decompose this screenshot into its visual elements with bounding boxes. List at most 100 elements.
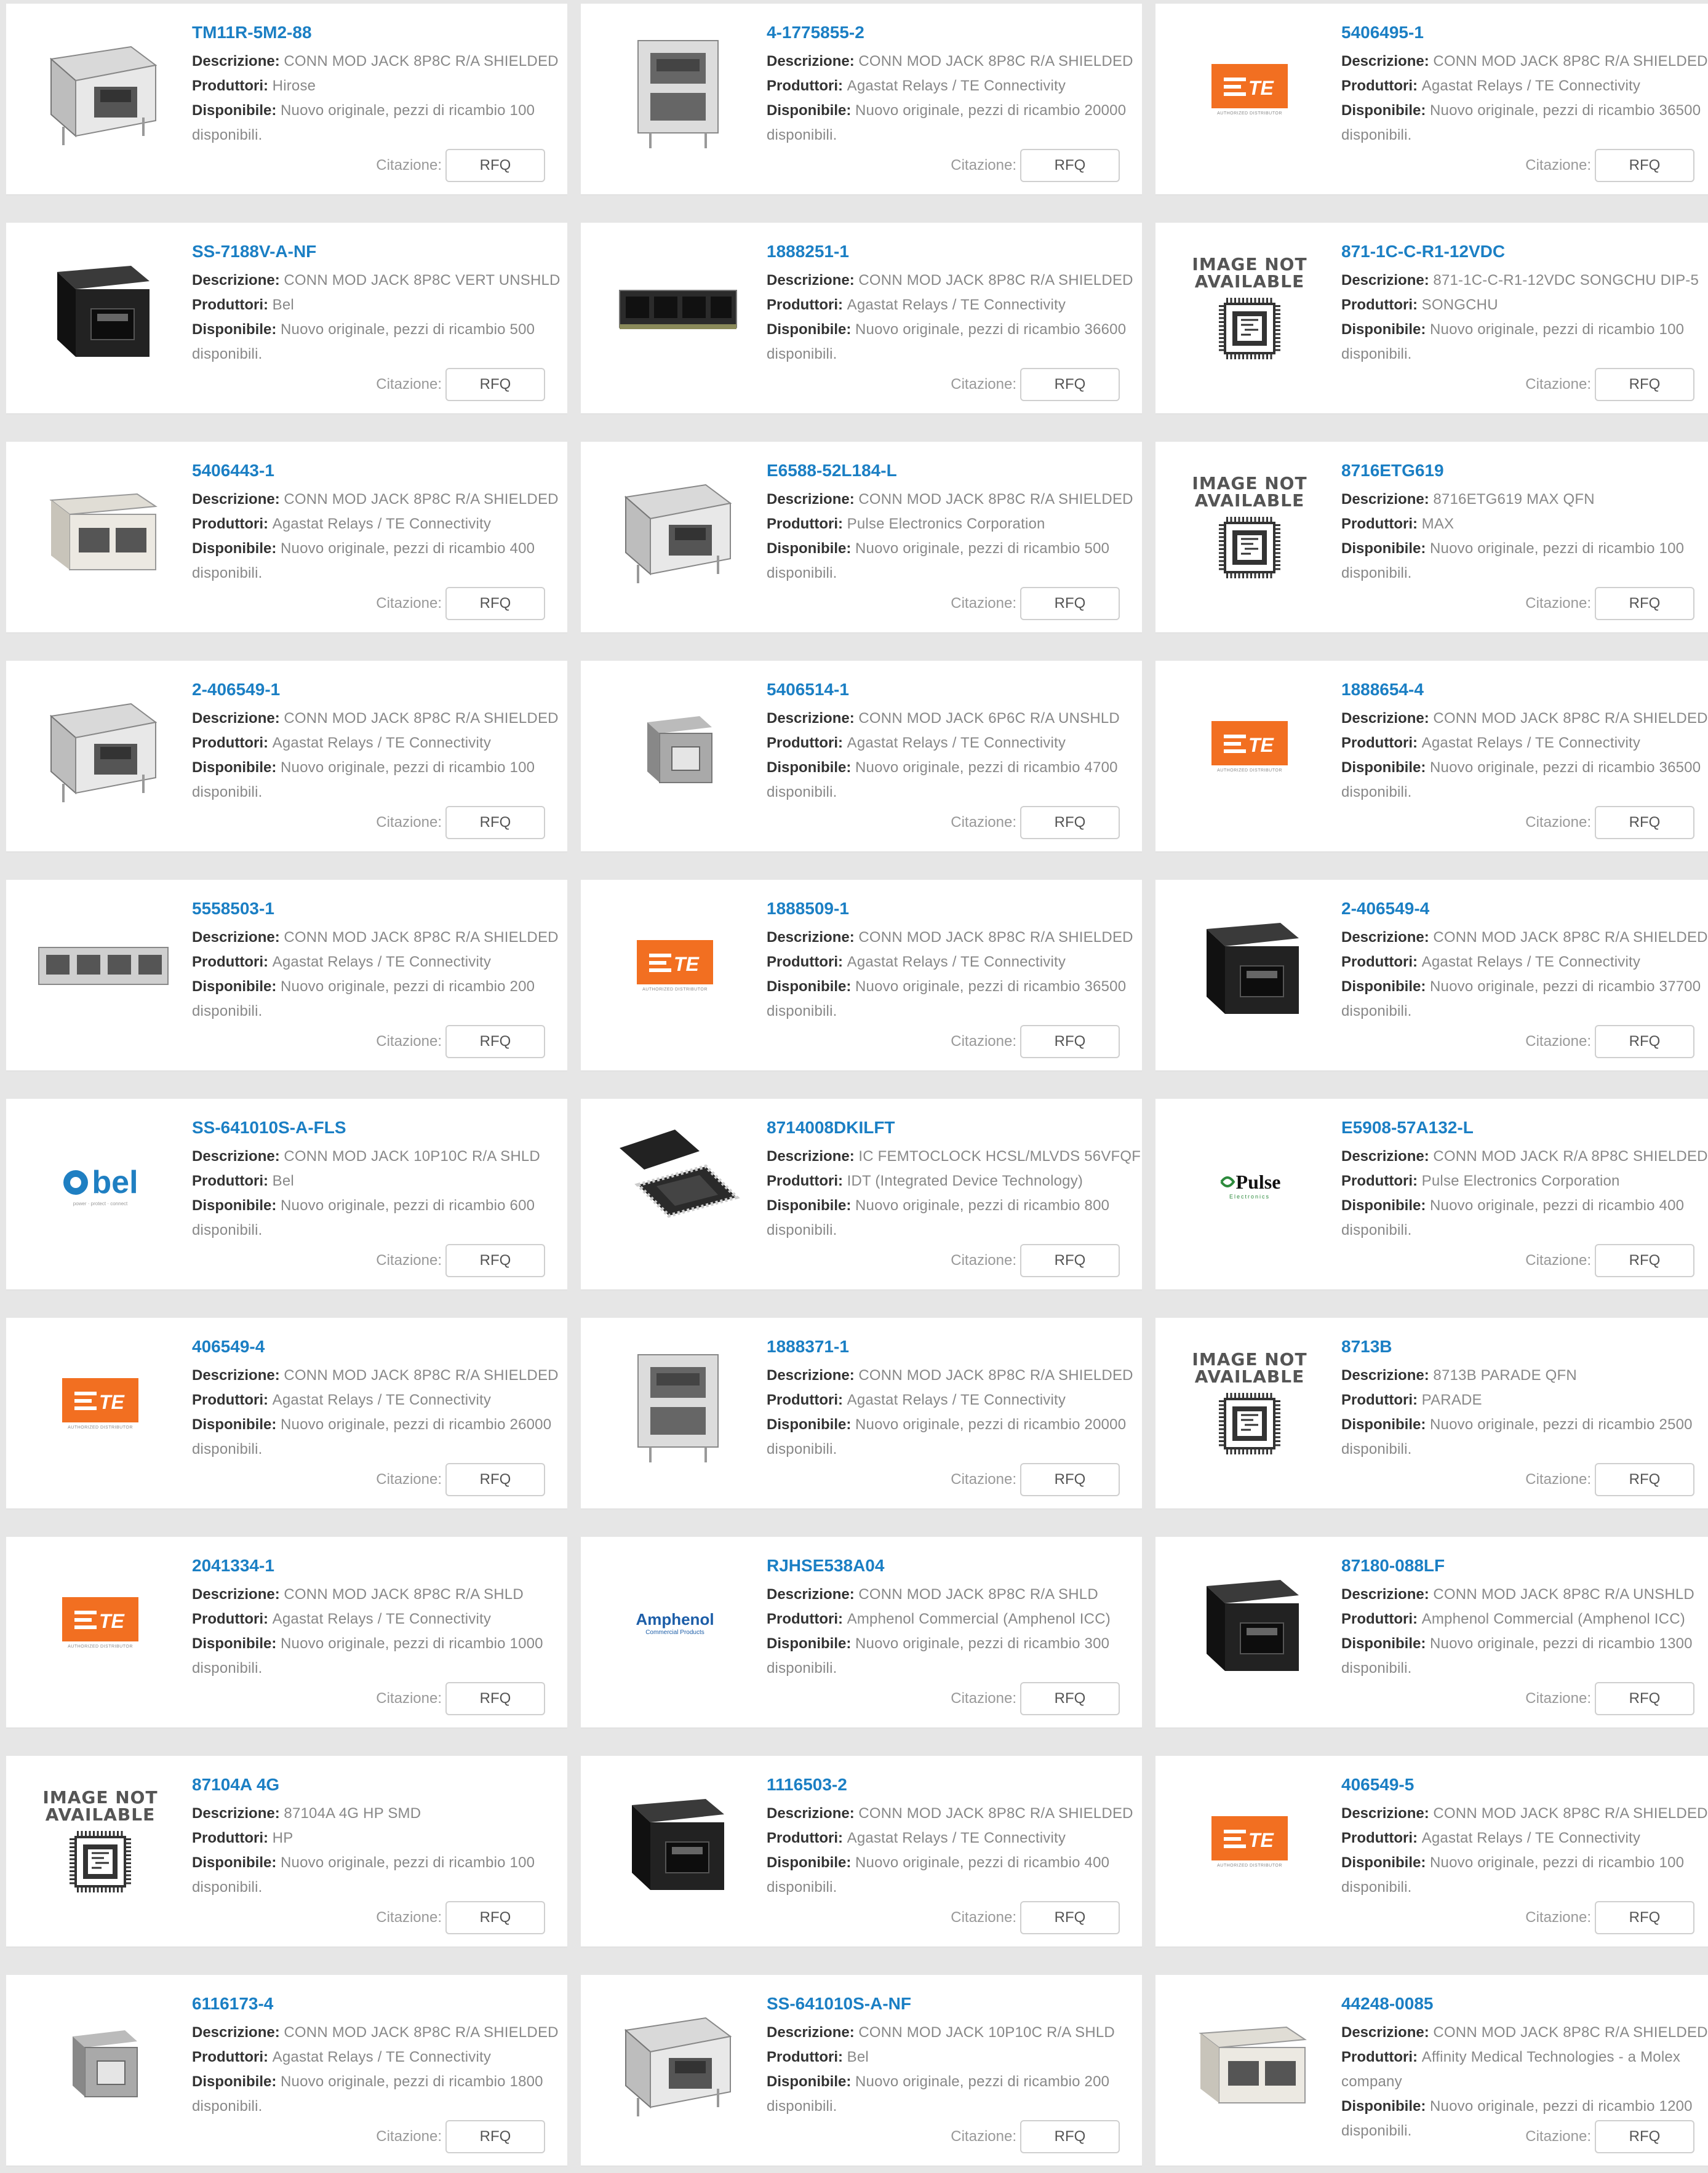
part-number-link[interactable]: 8716ETG619	[1341, 460, 1708, 481]
rfq-button[interactable]: RFQ	[1020, 2120, 1120, 2153]
quote-label: Citazione:	[376, 1471, 442, 1488]
part-number-link[interactable]: 1888654-4	[1341, 679, 1708, 700]
rfq-button[interactable]: RFQ	[1595, 806, 1694, 839]
te-tagline: AUTHORIZED DISTRIBUTOR	[1217, 1864, 1282, 1868]
product-image[interactable]: bel power · protect · connect	[23, 1123, 177, 1246]
availability-row: Disponibile: Nuovo originale, pezzi di r…	[192, 2070, 567, 2119]
rfq-button[interactable]: RFQ	[1595, 368, 1694, 401]
rfq-button[interactable]: RFQ	[1020, 1682, 1120, 1715]
rfq-button[interactable]: RFQ	[445, 587, 545, 620]
part-number-link[interactable]: 5558503-1	[192, 898, 567, 919]
rfq-button[interactable]: RFQ	[1595, 587, 1694, 620]
product-image[interactable]: TE AUTHORIZED DISTRIBUTOR	[598, 904, 752, 1027]
part-number-link[interactable]: 1888251-1	[767, 241, 1142, 262]
part-number-link[interactable]: 4-1775855-2	[767, 22, 1142, 43]
part-number-link[interactable]: E6588-52L184-L	[767, 460, 1142, 481]
part-number-link[interactable]: SS-7188V-A-NF	[192, 241, 567, 262]
rfq-button[interactable]: RFQ	[445, 1244, 545, 1277]
product-image[interactable]: TE AUTHORIZED DISTRIBUTOR	[1173, 28, 1327, 151]
product-image[interactable]: IMAGE NOT AVAILABLE	[1173, 247, 1327, 370]
availability-label: Disponibile:	[1341, 102, 1426, 119]
product-image[interactable]	[1173, 2000, 1327, 2123]
manufacturer-value: Agastat Relays / TE Connectivity	[847, 1830, 1066, 1846]
part-number-link[interactable]: 406549-4	[192, 1336, 567, 1357]
rfq-button[interactable]: RFQ	[1020, 1025, 1120, 1058]
product-image[interactable]: TE AUTHORIZED DISTRIBUTOR	[1173, 685, 1327, 808]
rfq-button[interactable]: RFQ	[1020, 1463, 1120, 1496]
product-image[interactable]	[598, 1780, 752, 1904]
part-number-link[interactable]: 8713B	[1341, 1336, 1708, 1357]
product-image[interactable]: TE AUTHORIZED DISTRIBUTOR	[1173, 1780, 1327, 1904]
part-number-link[interactable]: 1888509-1	[767, 898, 1142, 919]
rfq-button[interactable]: RFQ	[445, 806, 545, 839]
rfq-button[interactable]: RFQ	[1020, 368, 1120, 401]
rfq-button[interactable]: RFQ	[445, 1901, 545, 1934]
rfq-button[interactable]: RFQ	[445, 149, 545, 182]
rfq-button[interactable]: RFQ	[1595, 1901, 1694, 1934]
product-image[interactable]	[23, 904, 177, 1027]
part-number-link[interactable]: 2-406549-1	[192, 679, 567, 700]
rfq-button[interactable]: RFQ	[1020, 149, 1120, 182]
part-number-link[interactable]: 2041334-1	[192, 1555, 567, 1576]
product-image[interactable]: IMAGE NOT AVAILABLE	[1173, 1342, 1327, 1465]
product-image[interactable]: IMAGE NOT AVAILABLE	[23, 1780, 177, 1904]
product-image[interactable]: IMAGE NOT AVAILABLE	[1173, 466, 1327, 589]
part-number-link[interactable]: 5406443-1	[192, 460, 567, 481]
rfq-button[interactable]: RFQ	[1595, 149, 1694, 182]
part-number-link[interactable]: 87180-088LF	[1341, 1555, 1708, 1576]
product-image[interactable]	[598, 466, 752, 589]
product-image[interactable]	[1173, 904, 1327, 1027]
part-number-link[interactable]: 406549-5	[1341, 1774, 1708, 1795]
product-image[interactable]: Pulse Electronics	[1173, 1123, 1327, 1246]
product-image[interactable]	[23, 466, 177, 589]
part-number-link[interactable]: 87104A 4G	[192, 1774, 567, 1795]
part-number-link[interactable]: 5406495-1	[1341, 22, 1708, 43]
product-image[interactable]	[598, 685, 752, 808]
rfq-button[interactable]: RFQ	[1595, 1682, 1694, 1715]
availability-row: Disponibile: Nuovo originale, pezzi di r…	[767, 536, 1142, 586]
rfq-button[interactable]: RFQ	[1020, 1244, 1120, 1277]
part-number-link[interactable]: RJHSE538A04	[767, 1555, 1142, 1576]
part-number-link[interactable]: 1888371-1	[767, 1336, 1142, 1357]
description-row: Descrizione: CONN MOD JACK 8P8C R/A SHIE…	[767, 1801, 1142, 1826]
product-image[interactable]	[23, 2000, 177, 2123]
product-image[interactable]	[23, 247, 177, 370]
product-image[interactable]	[598, 247, 752, 370]
part-number-link[interactable]: TM11R-5M2-88	[192, 22, 567, 43]
rfq-button[interactable]: RFQ	[445, 2120, 545, 2153]
product-image[interactable]	[598, 1342, 752, 1465]
part-number-link[interactable]: SS-641010S-A-FLS	[192, 1117, 567, 1138]
rfq-button[interactable]: RFQ	[445, 368, 545, 401]
product-image[interactable]	[598, 2000, 752, 2123]
quote-row: Citazione: RFQ	[951, 806, 1120, 839]
rfq-button[interactable]: RFQ	[445, 1463, 545, 1496]
rfq-button[interactable]: RFQ	[1020, 1901, 1120, 1934]
product-image[interactable]: Amphenol Commercial Products	[598, 1561, 752, 1685]
part-number-link[interactable]: 5406514-1	[767, 679, 1142, 700]
part-number-link[interactable]: 871-1C-C-R1-12VDC	[1341, 241, 1708, 262]
product-image[interactable]	[23, 28, 177, 151]
part-number-link[interactable]: 2-406549-4	[1341, 898, 1708, 919]
availability-row: Disponibile: Nuovo originale, pezzi di r…	[1341, 98, 1708, 148]
product-image[interactable]	[1173, 1561, 1327, 1685]
rfq-button[interactable]: RFQ	[1020, 806, 1120, 839]
part-number-link[interactable]: SS-641010S-A-NF	[767, 1993, 1142, 2014]
product-image[interactable]	[598, 28, 752, 151]
part-number-link[interactable]: 44248-0085	[1341, 1993, 1708, 2014]
rfq-button[interactable]: RFQ	[1595, 2120, 1694, 2153]
rfq-button[interactable]: RFQ	[1595, 1463, 1694, 1496]
product-image[interactable]	[23, 685, 177, 808]
part-number-link[interactable]: 8714008DKILFT	[767, 1117, 1142, 1138]
jack-black-icon	[632, 1799, 724, 1890]
rfq-button[interactable]: RFQ	[1595, 1244, 1694, 1277]
product-image[interactable]	[598, 1123, 752, 1246]
part-number-link[interactable]: 1116503-2	[767, 1774, 1142, 1795]
product-image[interactable]: TE AUTHORIZED DISTRIBUTOR	[23, 1342, 177, 1465]
rfq-button[interactable]: RFQ	[445, 1025, 545, 1058]
part-number-link[interactable]: E5908-57A132-L	[1341, 1117, 1708, 1138]
rfq-button[interactable]: RFQ	[1020, 587, 1120, 620]
rfq-button[interactable]: RFQ	[1595, 1025, 1694, 1058]
rfq-button[interactable]: RFQ	[445, 1682, 545, 1715]
part-number-link[interactable]: 6116173-4	[192, 1993, 567, 2014]
product-image[interactable]: TE AUTHORIZED DISTRIBUTOR	[23, 1561, 177, 1685]
